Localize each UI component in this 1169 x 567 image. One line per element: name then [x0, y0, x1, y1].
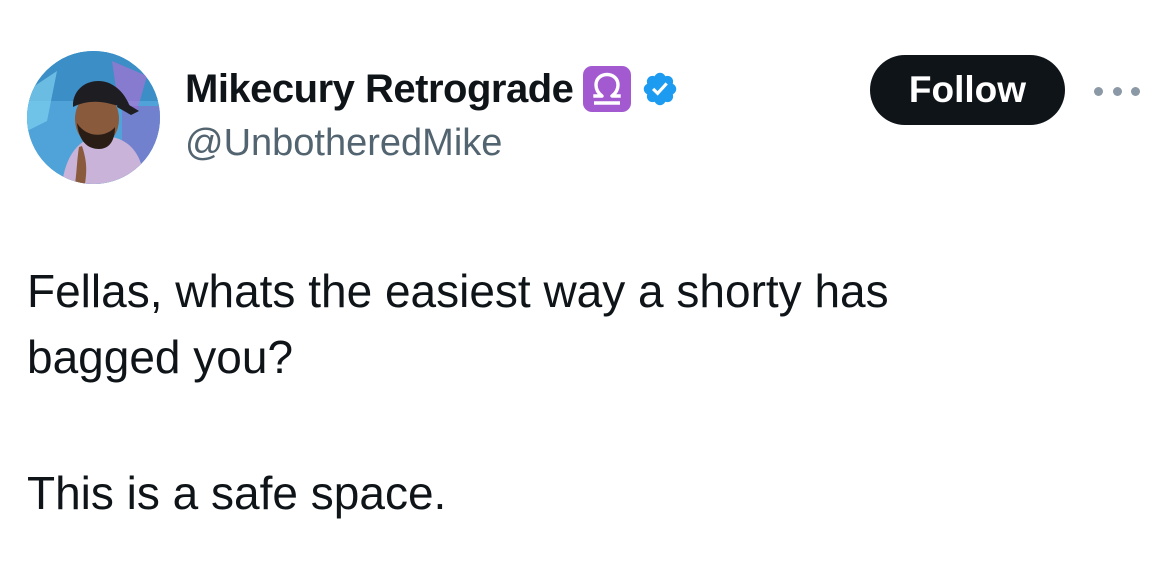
dot: [1131, 86, 1140, 96]
tweet-text: Fellas, whats the easiest way a shorty h…: [27, 258, 1137, 526]
avatar-photo-icon: [27, 51, 160, 184]
avatar[interactable]: [27, 51, 160, 184]
tweet-line: Fellas, whats the easiest way a shorty h…: [27, 265, 889, 317]
dot: [1112, 86, 1122, 96]
display-name[interactable]: Mikecury Retrograde: [185, 67, 574, 112]
author-handle[interactable]: @UnbotheredMike: [185, 122, 679, 165]
tweet-line: bagged you?: [27, 331, 294, 383]
libra-emoji-icon: [583, 66, 632, 112]
dot: [1094, 86, 1103, 96]
tweet-paragraph: This is a safe space.: [27, 467, 447, 519]
verified-badge-icon: [641, 70, 679, 108]
follow-button[interactable]: Follow: [870, 55, 1065, 125]
tweet-card: Mikecury Retrograde @UnbotheredMike Foll…: [0, 0, 1169, 567]
author-identity: Mikecury Retrograde @UnbotheredMike: [185, 64, 679, 165]
name-row: Mikecury Retrograde: [185, 64, 679, 114]
tweet-paragraph: Fellas, whats the easiest way a shorty h…: [27, 258, 1137, 390]
more-options-icon[interactable]: [1094, 82, 1140, 100]
